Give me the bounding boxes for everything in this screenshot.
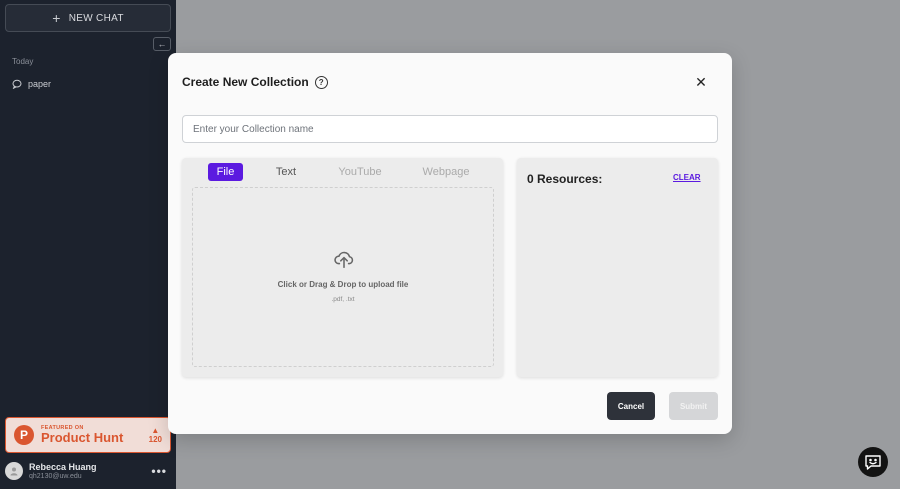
user-profile[interactable]: Rebecca Huang qh2130@uw.edu ••• [5, 458, 171, 484]
user-name: Rebecca Huang [29, 462, 97, 472]
section-label-today: Today [12, 57, 34, 66]
chat-support-button[interactable] [858, 447, 888, 477]
product-hunt-name: Product Hunt [41, 430, 124, 445]
upload-panel: File Text YouTube Webpage Click or Drag … [182, 158, 503, 377]
product-hunt-votes: ▲ 120 [148, 425, 162, 444]
chat-bubble-icon [12, 79, 22, 89]
close-icon[interactable]: ✕ [694, 75, 708, 89]
cloud-upload-icon [334, 251, 354, 269]
product-hunt-text: FEATURED ON Product Hunt [41, 425, 123, 445]
source-tabs: File Text YouTube Webpage [182, 163, 503, 181]
upload-file-types: .pdf, .txt [331, 296, 355, 303]
collapse-sidebar-button[interactable]: ← [153, 37, 171, 51]
product-hunt-logo-icon: P [14, 425, 34, 445]
question-circle-icon[interactable]: ? [314, 75, 328, 89]
chat-smile-icon [865, 455, 881, 470]
create-collection-modal: Create New Collection ? ✕ File Text YouT… [168, 53, 732, 434]
tab-youtube[interactable]: YouTube [332, 163, 388, 181]
modal-title: Create New Collection ? [182, 75, 328, 89]
plus-icon: + [52, 10, 61, 26]
arrow-left-icon: ← [157, 39, 167, 49]
submit-button[interactable]: Submit [669, 392, 718, 420]
upload-instructions: Click or Drag & Drop to upload file [277, 280, 409, 289]
resources-panel: 0 Resources: CLEAR [517, 158, 718, 377]
avatar [5, 462, 23, 480]
product-hunt-vote-count: 120 [148, 434, 162, 444]
chat-item-label: paper [28, 79, 52, 89]
sidebar: + NEW CHAT ← Today paper P FEATURED ON P… [0, 0, 176, 489]
tab-text[interactable]: Text [268, 163, 304, 181]
chat-item[interactable]: paper [12, 79, 51, 89]
user-icon [10, 467, 18, 476]
modal-title-text: Create New Collection [182, 75, 309, 89]
new-chat-label: NEW CHAT [68, 12, 124, 24]
triangle-up-icon: ▲ [151, 425, 160, 435]
file-dropzone[interactable]: Click or Drag & Drop to upload file .pdf… [192, 187, 494, 367]
resources-count: 0 Resources: [527, 172, 603, 186]
tab-webpage[interactable]: Webpage [416, 163, 476, 181]
clear-button[interactable]: CLEAR [673, 173, 701, 182]
collection-name-input[interactable] [182, 115, 718, 143]
cancel-button[interactable]: Cancel [607, 392, 655, 420]
more-options-icon[interactable]: ••• [151, 464, 167, 478]
product-hunt-badge[interactable]: P FEATURED ON Product Hunt ▲ 120 [5, 417, 171, 453]
new-chat-button[interactable]: + NEW CHAT [5, 4, 171, 32]
user-info: Rebecca Huang qh2130@uw.edu [29, 462, 97, 480]
user-email: qh2130@uw.edu [29, 473, 82, 480]
tab-file[interactable]: File [208, 163, 243, 181]
